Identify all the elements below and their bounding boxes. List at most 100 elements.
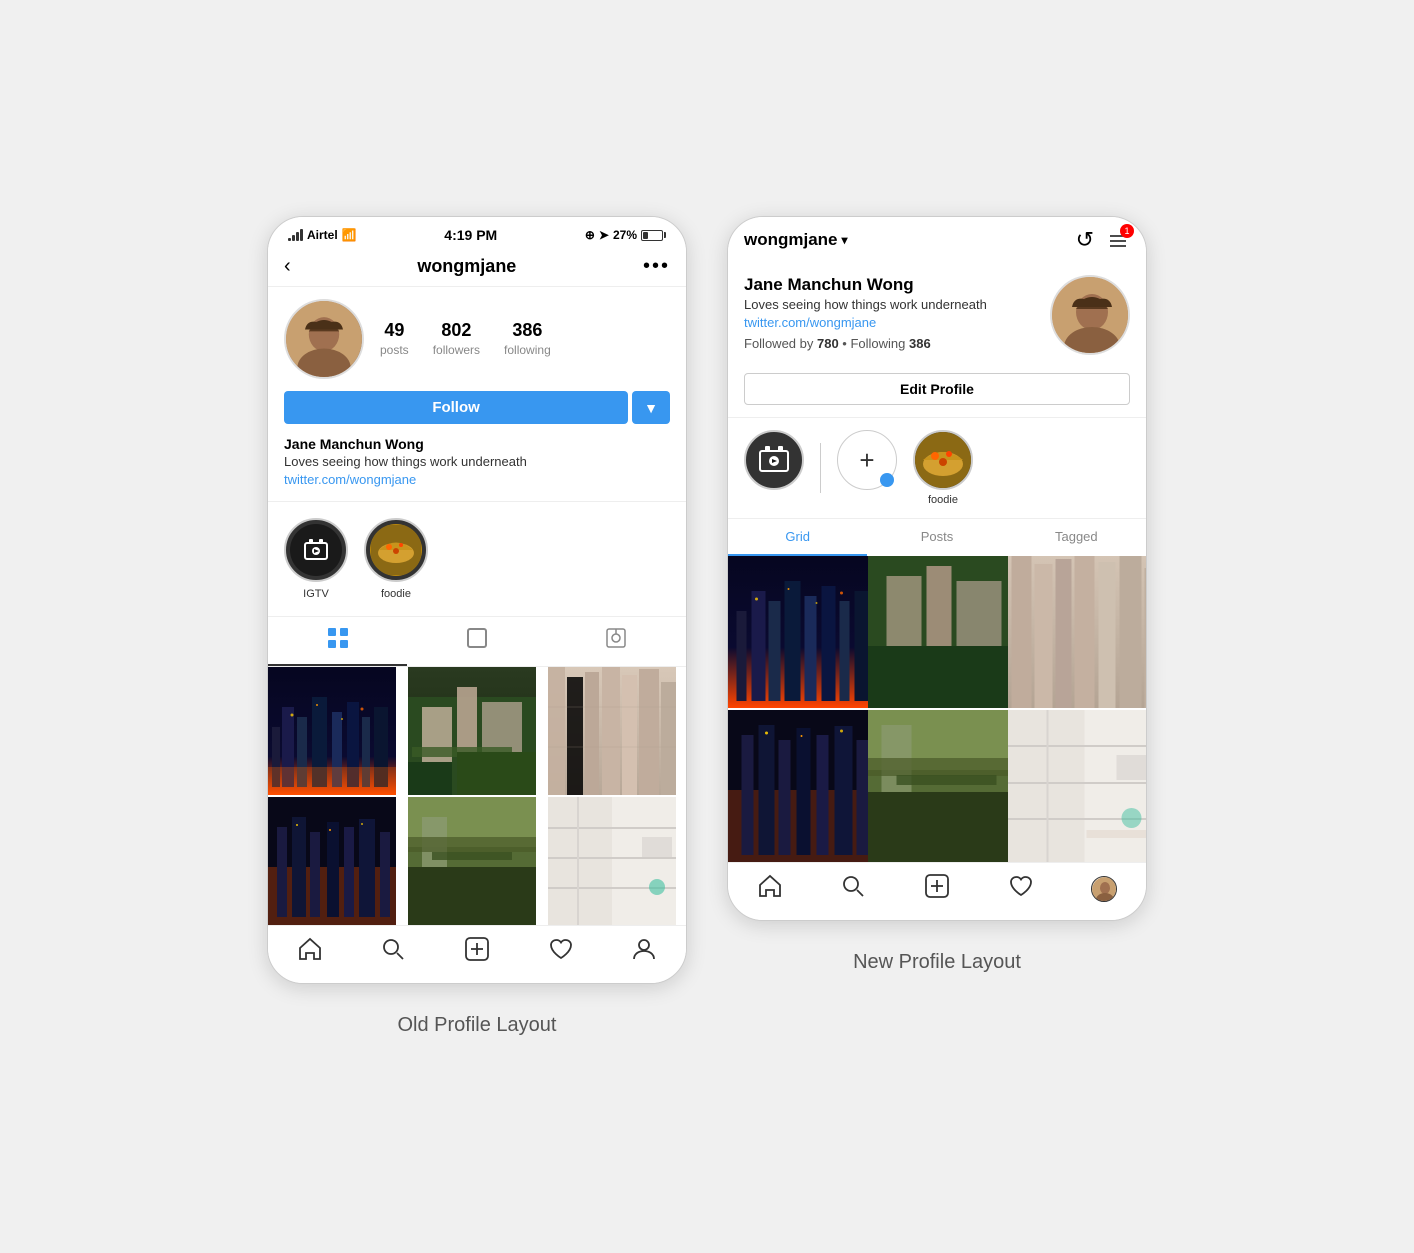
stats-row: 49 posts 802 followers 386 following bbox=[380, 320, 670, 359]
new-grid-photo-3[interactable] bbox=[1008, 556, 1147, 708]
bio-text: Loves seeing how things work underneath bbox=[284, 454, 670, 469]
edit-profile-button[interactable]: Edit Profile bbox=[744, 373, 1130, 405]
battery-icon bbox=[641, 230, 666, 241]
new-profile-top: Jane Manchun Wong Loves seeing how thing… bbox=[744, 275, 1130, 355]
plus-icon: + bbox=[859, 447, 874, 473]
new-highlights-row: + bbox=[728, 417, 1146, 518]
new-foodie-circle bbox=[913, 430, 973, 490]
new-tab-posts[interactable]: Posts bbox=[867, 519, 1006, 556]
nav-username: wongmjane bbox=[417, 256, 516, 277]
nav-heart[interactable] bbox=[548, 936, 574, 967]
new-bio-name: Jane Manchun Wong bbox=[744, 275, 1038, 295]
new-foodie-label: foodie bbox=[928, 494, 958, 506]
carrier-label: Airtel bbox=[307, 228, 338, 242]
status-right: ⊕ ➤ 27% bbox=[585, 228, 666, 242]
new-bio-followed: Followed by 780 • Following 386 bbox=[744, 336, 1038, 351]
new-bottom-nav bbox=[728, 862, 1146, 920]
new-nav-home[interactable] bbox=[757, 873, 783, 904]
new-tab-tagged[interactable]: Tagged bbox=[1007, 519, 1146, 556]
new-nav-add[interactable] bbox=[924, 873, 950, 904]
new-grid-photo-4[interactable] bbox=[728, 710, 880, 862]
navigation-icon: ➤ bbox=[599, 228, 609, 242]
comparison-wrapper: Airtel 📶 4:19 PM ⊕ ➤ 27% ‹ wongmjane bbox=[267, 216, 1147, 1037]
status-bar: Airtel 📶 4:19 PM ⊕ ➤ 27% bbox=[268, 217, 686, 247]
time-label: 4:19 PM bbox=[444, 227, 497, 243]
nav-add[interactable] bbox=[464, 936, 490, 967]
new-username: wongmjane bbox=[744, 230, 838, 250]
grid-photo-6[interactable] bbox=[548, 797, 676, 925]
profile-top-row: 49 posts 802 followers 386 following bbox=[284, 299, 670, 379]
following-stat: 386 following bbox=[504, 320, 551, 359]
new-avatar bbox=[1050, 275, 1130, 355]
battery-label: 27% bbox=[613, 228, 637, 242]
new-nav-search[interactable] bbox=[840, 873, 866, 904]
highlights-row: IGTV bbox=[268, 501, 686, 616]
highlight-igtv[interactable]: IGTV bbox=[284, 518, 348, 600]
new-grid-photo-5[interactable] bbox=[868, 710, 1020, 862]
tab-posts[interactable] bbox=[407, 617, 546, 666]
nav-profile[interactable] bbox=[631, 936, 657, 967]
add-circle[interactable]: + bbox=[837, 430, 897, 490]
new-grid-photo-6[interactable] bbox=[1008, 710, 1147, 862]
bottom-nav bbox=[268, 925, 686, 983]
new-phone-frame: wongmjane ▾ ↺ 1 bbox=[727, 216, 1147, 921]
followed-by-count: 780 bbox=[817, 336, 839, 351]
new-nav-profile-pic[interactable] bbox=[1091, 876, 1117, 902]
igtv-icon bbox=[290, 524, 342, 576]
old-layout-column: Airtel 📶 4:19 PM ⊕ ➤ 27% ‹ wongmjane bbox=[267, 216, 687, 1037]
add-dot bbox=[880, 473, 894, 487]
posts-count: 49 bbox=[380, 320, 409, 341]
status-left: Airtel 📶 bbox=[288, 228, 357, 242]
new-grid-photo-2[interactable] bbox=[868, 556, 1020, 708]
profile-section: 49 posts 802 followers 386 following bbox=[268, 287, 686, 501]
foodie-label: foodie bbox=[381, 588, 411, 600]
avatar bbox=[284, 299, 364, 379]
highlight-foodie[interactable]: foodie bbox=[364, 518, 428, 600]
grid-photo-1[interactable] bbox=[268, 667, 396, 795]
tab-tagged[interactable] bbox=[547, 617, 686, 666]
bio-name: Jane Manchun Wong bbox=[284, 436, 670, 452]
foodie-highlight-circle bbox=[364, 518, 428, 582]
new-grid-photo-1[interactable] bbox=[728, 556, 880, 708]
photo-grid bbox=[268, 667, 686, 925]
bio-link[interactable]: twitter.com/wongmjane bbox=[284, 472, 416, 487]
new-bio-area: Jane Manchun Wong Loves seeing how thing… bbox=[744, 275, 1038, 351]
back-button[interactable]: ‹ bbox=[284, 255, 291, 278]
grid-photo-4[interactable] bbox=[268, 797, 396, 925]
highlights-divider bbox=[820, 443, 821, 493]
followers-count: 802 bbox=[433, 320, 480, 341]
new-igtv-circle bbox=[744, 430, 804, 490]
followers-label: followers bbox=[433, 343, 480, 357]
notification-badge[interactable]: 1 bbox=[1106, 228, 1130, 252]
grid-photo-5[interactable] bbox=[408, 797, 536, 925]
chevron-down-icon: ▾ bbox=[842, 233, 848, 247]
nav-search[interactable] bbox=[380, 936, 406, 967]
follow-btn-row: Follow ▼ bbox=[284, 391, 670, 424]
new-bio-text: Loves seeing how things work underneath bbox=[744, 297, 1038, 312]
new-highlight-add[interactable]: + bbox=[837, 430, 897, 490]
history-icon[interactable]: ↺ bbox=[1076, 227, 1094, 253]
grid-photo-3[interactable] bbox=[548, 667, 676, 795]
follow-button[interactable]: Follow bbox=[284, 391, 628, 424]
nav-bar: ‹ wongmjane ••• bbox=[268, 247, 686, 287]
tab-grid[interactable] bbox=[268, 617, 407, 666]
nav-home[interactable] bbox=[297, 936, 323, 967]
new-tab-grid[interactable]: Grid bbox=[728, 519, 867, 556]
grid-photo-2[interactable] bbox=[408, 667, 536, 795]
new-highlight-foodie[interactable]: foodie bbox=[913, 430, 973, 506]
new-bio-link[interactable]: twitter.com/wongmjane bbox=[744, 315, 876, 330]
new-nav-heart[interactable] bbox=[1008, 873, 1034, 904]
more-button[interactable]: ••• bbox=[643, 255, 670, 278]
new-photo-grid bbox=[728, 556, 1146, 862]
bio-section: Jane Manchun Wong Loves seeing how thing… bbox=[284, 436, 670, 489]
followers-stat: 802 followers bbox=[433, 320, 480, 359]
new-header-icons: ↺ 1 bbox=[1076, 227, 1130, 253]
posts-label: posts bbox=[380, 343, 409, 357]
follow-dropdown-button[interactable]: ▼ bbox=[632, 391, 670, 424]
new-layout-column: wongmjane ▾ ↺ 1 bbox=[727, 216, 1147, 974]
new-highlight-igtv[interactable] bbox=[744, 430, 804, 490]
new-layout-label: New Profile Layout bbox=[853, 951, 1021, 974]
new-username-row: wongmjane ▾ bbox=[744, 230, 848, 250]
igtv-highlight-circle bbox=[284, 518, 348, 582]
wifi-icon: 📶 bbox=[342, 228, 357, 242]
